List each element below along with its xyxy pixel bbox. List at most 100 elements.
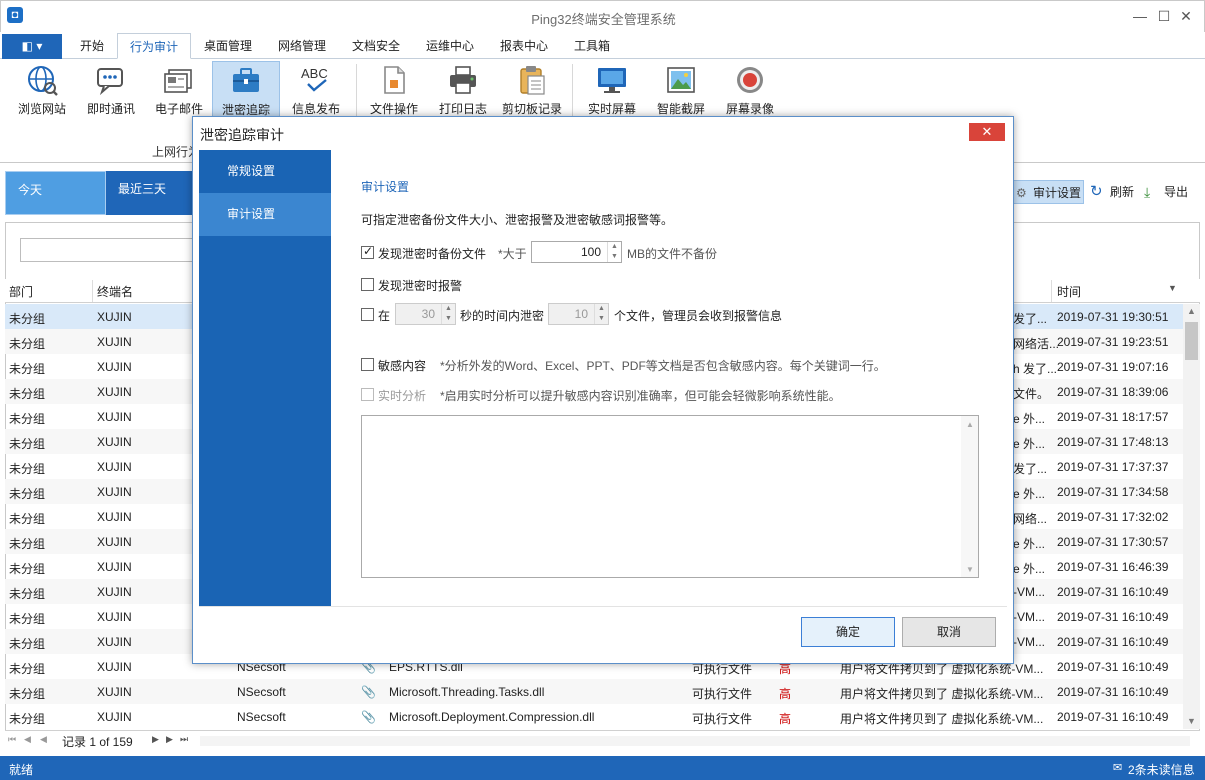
- unread-messages[interactable]: 2条未读信息: [1128, 761, 1195, 778]
- tab-start[interactable]: 开始: [68, 33, 116, 59]
- file-menu-button[interactable]: ◧ ▾: [2, 34, 62, 59]
- cell-time: 2019-07-31 16:10:49: [1057, 635, 1169, 649]
- cell-terminal: XUJIN: [97, 360, 132, 374]
- browse-web-button[interactable]: 浏览网站: [8, 61, 76, 119]
- pager-first-icon[interactable]: ⏮: [8, 734, 16, 745]
- audit-settings-button[interactable]: ⚙ 审计设置: [1012, 180, 1084, 204]
- threshold-prefix[interactable]: 在: [378, 307, 390, 324]
- tab-toolbox[interactable]: 工具箱: [562, 33, 622, 59]
- tab-behavior-audit[interactable]: 行为审计: [117, 33, 192, 59]
- maximize-button[interactable]: ☐: [1154, 6, 1174, 26]
- instant-messaging-button[interactable]: 即时通讯: [77, 61, 145, 119]
- minimize-button[interactable]: —: [1130, 6, 1150, 26]
- pager-last-icon[interactable]: ⏭: [180, 734, 188, 745]
- alarm-checkbox[interactable]: [361, 278, 374, 291]
- leak-tracking-button[interactable]: 泄密追踪: [212, 61, 280, 119]
- spin-arrows-icon[interactable]: ▲ ▼: [441, 304, 455, 324]
- sidebar-item-general[interactable]: 常规设置: [199, 150, 331, 193]
- backup-label[interactable]: 发现泄密时备份文件: [378, 245, 486, 262]
- refresh-button[interactable]: ↻ 刷新: [1090, 180, 1140, 204]
- tab-document-security[interactable]: 文档安全: [340, 33, 412, 59]
- sensitive-checkbox[interactable]: [361, 358, 374, 371]
- clipboard-record-button[interactable]: 剪切板记录: [498, 61, 566, 119]
- sensitive-label[interactable]: 敏感内容: [378, 357, 426, 374]
- tab-desktop-management[interactable]: 桌面管理: [192, 33, 264, 59]
- cell-terminal: XUJIN: [97, 310, 132, 324]
- pager-prev-page-icon[interactable]: ◀: [24, 734, 31, 745]
- backup-size-input[interactable]: 100 ▲ ▼: [531, 241, 622, 263]
- scroll-up-icon[interactable]: ▲: [1187, 306, 1196, 316]
- tab-last-three-days[interactable]: 最近三天: [106, 171, 196, 215]
- tab-today[interactable]: 今天: [5, 171, 106, 215]
- spin-arrows-icon[interactable]: ▲ ▼: [594, 304, 608, 324]
- cell-terminal: XUJIN: [97, 710, 132, 724]
- backup-size-value: 100: [580, 245, 601, 259]
- keywords-scrollbar[interactable]: [961, 416, 978, 577]
- cell-file-type: 可执行文件: [692, 712, 753, 726]
- close-button[interactable]: ✕: [1176, 6, 1196, 26]
- file-operation-button[interactable]: 文件操作: [360, 61, 428, 119]
- spin-arrows-icon[interactable]: ▲ ▼: [607, 242, 621, 262]
- screen-record-button[interactable]: 屏幕录像: [716, 61, 784, 119]
- cell-time: 2019-07-31 19:07:16: [1057, 360, 1169, 374]
- pager-next-icon[interactable]: ▶: [152, 734, 159, 745]
- realtime-label[interactable]: 实时分析: [378, 387, 426, 404]
- ok-button[interactable]: 确定: [801, 617, 895, 647]
- column-header-dept[interactable]: 部门: [9, 283, 33, 300]
- alarm-label[interactable]: 发现泄密时报警: [378, 277, 462, 294]
- backup-checkbox[interactable]: [361, 244, 374, 259]
- column-header-time[interactable]: 时间: [1057, 283, 1081, 300]
- dialog-title: 泄密追踪审计: [200, 127, 284, 143]
- keywords-textarea[interactable]: [361, 415, 979, 578]
- scroll-down-icon[interactable]: ▼: [1187, 716, 1196, 726]
- column-header-terminal[interactable]: 终端名: [97, 283, 133, 300]
- sidebar-item-audit-settings[interactable]: 审计设置: [199, 193, 331, 236]
- tab-network-management[interactable]: 网络管理: [266, 33, 338, 59]
- cell-description: -VM...: [1013, 610, 1045, 624]
- tab-report-center[interactable]: 报表中心: [488, 33, 560, 59]
- refresh-label: 刷新: [1110, 185, 1135, 199]
- cancel-button[interactable]: 取消: [902, 617, 996, 647]
- scroll-down-icon[interactable]: ▼: [966, 565, 974, 574]
- threshold-checkbox[interactable]: [361, 308, 374, 321]
- record-icon: [737, 67, 763, 93]
- dialog-close-button[interactable]: ✕: [969, 123, 1005, 141]
- horizontal-scrollbar[interactable]: [200, 736, 1190, 746]
- file-count-input[interactable]: 10 ▲ ▼: [548, 303, 609, 325]
- print-log-button[interactable]: 打印日志: [429, 61, 497, 119]
- abc-icon: ABC: [301, 66, 328, 92]
- dialog-title-bar: [193, 117, 1013, 149]
- cell-file: Microsoft.Threading.Tasks.dll: [389, 685, 545, 699]
- table-row[interactable]: 未分组 XUJIN NSecsoft 📎 Microsoft.Threading.Tas…: [5, 679, 1183, 704]
- scrollbar-thumb[interactable]: [1185, 322, 1198, 360]
- message-icon[interactable]: ✉: [1113, 761, 1122, 774]
- cell-process: NSecsoft: [237, 685, 286, 699]
- cell-terminal: XUJIN: [97, 410, 132, 424]
- attachment-icon: 📎: [361, 685, 376, 699]
- email-button[interactable]: 电子邮件: [145, 61, 213, 119]
- status-bar: 就绪 ✉ 2条未读信息: [0, 756, 1205, 780]
- title-bar: Ping32终端安全管理系统: [0, 0, 1205, 32]
- export-label: 导出: [1164, 185, 1189, 199]
- smart-screenshot-label: 智能截屏: [656, 102, 705, 116]
- threshold-suffix: 个文件，管理员会收到报警信息: [614, 309, 783, 323]
- smart-screenshot-button[interactable]: 智能截屏: [647, 61, 715, 119]
- pager-next-page-icon[interactable]: ▶: [166, 734, 173, 745]
- table-row[interactable]: 未分组 XUJIN NSecsoft 📎 Microsoft.Deployment.Co…: [5, 704, 1183, 729]
- realtime-checkbox[interactable]: [361, 388, 374, 401]
- cell-time: 2019-07-31 18:17:57: [1057, 410, 1169, 424]
- cell-time: 2019-07-31 16:10:49: [1057, 685, 1169, 699]
- tab-ops-center[interactable]: 运维中心: [414, 33, 486, 59]
- vertical-scrollbar[interactable]: [1183, 304, 1200, 729]
- cell-time: 2019-07-31 16:46:39: [1057, 560, 1169, 574]
- search-input[interactable]: [20, 238, 220, 262]
- export-button[interactable]: ⤓ 导出: [1144, 180, 1194, 204]
- sort-arrow-icon[interactable]: ▼: [1168, 283, 1177, 293]
- pager-prev-icon[interactable]: ◀: [40, 734, 47, 745]
- window-title: Ping32终端安全管理系统: [531, 12, 676, 27]
- info-publish-button[interactable]: ABC 信息发布: [282, 61, 350, 119]
- realtime-screen-button[interactable]: 实时屏幕: [578, 61, 646, 119]
- file-count-value: 10: [574, 307, 588, 321]
- seconds-input[interactable]: 30 ▲ ▼: [395, 303, 456, 325]
- scroll-up-icon[interactable]: ▲: [966, 420, 974, 429]
